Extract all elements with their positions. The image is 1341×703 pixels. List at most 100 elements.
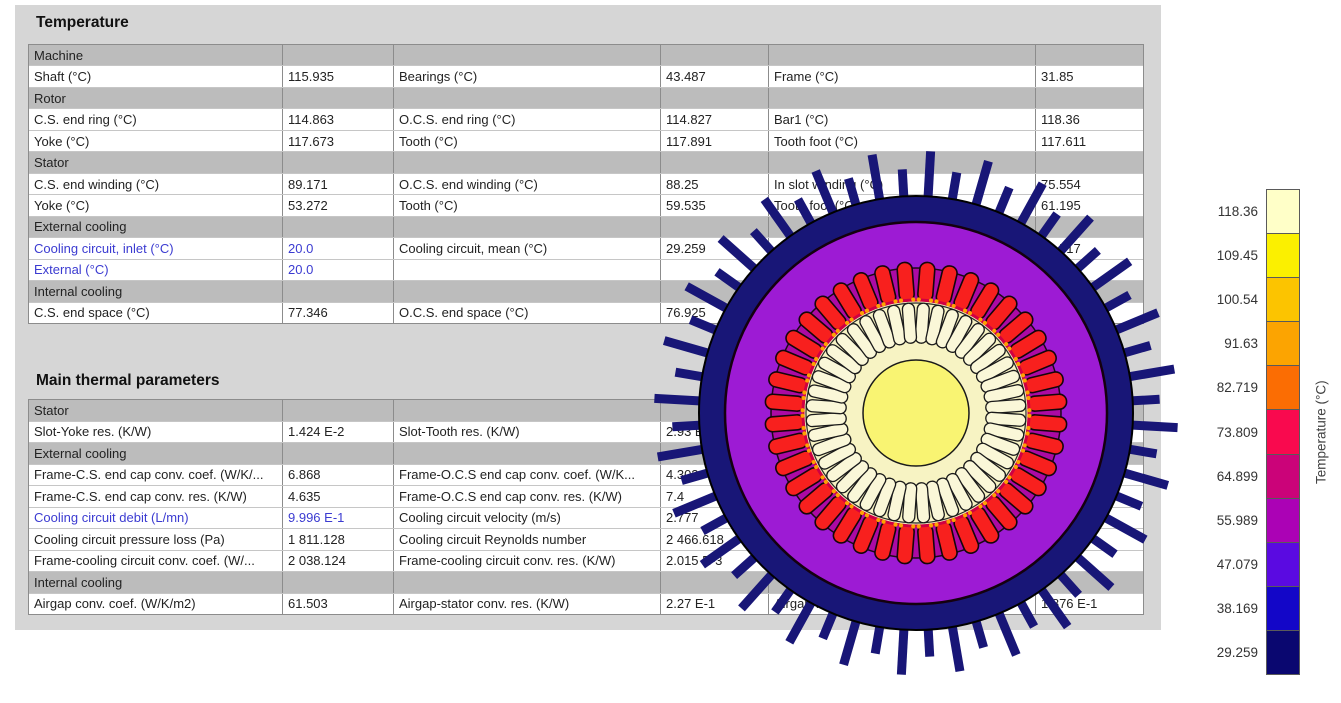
param-label-cell: Cooling circuit pressure loss (Pa) [29,529,283,550]
section-label-cell [394,281,661,301]
param-label-cell[interactable]: External (°C) [29,260,283,280]
param-label-cell[interactable]: Cooling circuit, inlet (°C) [29,238,283,258]
param-value-cell[interactable]: 20.0 [283,260,394,280]
legend-color-band [1266,189,1300,233]
param-label-cell: Frame (°C) [769,66,1036,86]
section-label-cell [394,217,661,237]
legend-color-band [1266,365,1300,409]
param-label-cell: Slot-Tooth res. (K/W) [394,422,661,443]
param-value-cell[interactable]: 20.0 [283,238,394,258]
param-value-cell: 77.346 [283,303,394,323]
legend-tick-label: 109.45 [1175,233,1260,277]
param-value-cell: 43.487 [661,66,769,86]
section-label-cell [1036,88,1143,108]
param-value-cell: 117.673 [283,131,394,151]
param-label-cell: Frame-cooling circuit conv. coef. (W/... [29,551,283,572]
param-value-cell: 2 038.124 [283,551,394,572]
legend-color-band [1266,454,1300,498]
param-label-cell: Tooth (°C) [394,195,661,215]
param-label-cell: Shaft (°C) [29,66,283,86]
section-label-cell [394,400,661,421]
param-label-cell: Yoke (°C) [29,131,283,151]
section-label-cell [661,88,769,108]
section-label-cell [661,45,769,65]
temperature-section-title: Temperature [36,14,129,32]
param-label-cell: Cooling circuit, mean (°C) [394,238,661,258]
legend-color-band [1266,498,1300,542]
section-label-cell [283,217,394,237]
section-label-cell: Machine [29,45,283,65]
param-label-cell: Frame-cooling circuit conv. res. (K/W) [394,551,661,572]
section-label-cell [283,45,394,65]
motor-cross-section-diagram [626,123,1206,703]
param-label-cell: Frame-O.C.S end cap conv. coef. (W/K... [394,465,661,486]
param-label-cell: O.C.S. end winding (°C) [394,174,661,194]
param-label-cell[interactable]: Cooling circuit debit (L/mn) [29,508,283,529]
section-label-cell [394,152,661,172]
legend-tick-label: 100.54 [1175,277,1260,321]
param-value-cell: 53.272 [283,195,394,215]
param-label-cell: C.S. end space (°C) [29,303,283,323]
section-label-cell: External cooling [29,217,283,237]
legend-tick-label: 38.169 [1175,587,1260,631]
legend-color-band [1266,233,1300,277]
legend-tick-label: 118.36 [1175,189,1260,233]
param-label-cell [394,260,661,280]
section-label-cell [1036,45,1143,65]
legend-color-band [1266,277,1300,321]
section-label-cell: External cooling [29,443,283,464]
section-label-cell [394,45,661,65]
param-label-cell: Frame-C.S. end cap conv. coef. (W/K/... [29,465,283,486]
legend-axis-title: Temperature (°C) [1308,189,1334,675]
param-label-cell: O.C.S. end ring (°C) [394,109,661,129]
section-label-cell [769,45,1036,65]
param-label-cell: Airgap conv. coef. (W/K/m2) [29,594,283,615]
section-label-cell [394,88,661,108]
legend-color-band [1266,321,1300,365]
section-label-cell [283,281,394,301]
section-label-cell [283,152,394,172]
app: { "titles": { "table1": "Temperature", "… [0,0,1341,698]
section-label-cell: Stator [29,152,283,172]
section-label-cell [394,572,661,593]
param-label-cell: C.S. end ring (°C) [29,109,283,129]
param-label-cell: Tooth (°C) [394,131,661,151]
param-value-cell[interactable]: 9.996 E-1 [283,508,394,529]
section-label-cell [769,88,1036,108]
param-label-cell: Bearings (°C) [394,66,661,86]
legend-tick-labels: 118.36109.45100.5491.6382.71973.80964.89… [1175,189,1260,675]
legend-color-bar [1266,189,1300,675]
section-label-cell: Internal cooling [29,281,283,301]
legend-color-band [1266,630,1300,675]
legend-tick-label: 73.809 [1175,410,1260,454]
section-label-cell: Rotor [29,88,283,108]
main-thermal-parameters-title: Main thermal parameters [36,372,220,390]
legend-tick-label: 47.079 [1175,543,1260,587]
param-label-cell: C.S. end winding (°C) [29,174,283,194]
param-value-cell: 89.171 [283,174,394,194]
section-label-cell: Stator [29,400,283,421]
param-label-cell: Cooling circuit Reynolds number [394,529,661,550]
shaft [863,360,969,466]
section-label-cell [283,572,394,593]
section-label-cell [283,400,394,421]
legend-tick-label: 82.719 [1175,366,1260,410]
section-label-cell [283,443,394,464]
section-label-cell: Internal cooling [29,572,283,593]
section-header-row: Machine [29,45,1143,66]
param-value-cell: 115.935 [283,66,394,86]
param-value-cell: 31.85 [1036,66,1143,86]
param-label-cell: Slot-Yoke res. (K/W) [29,422,283,443]
legend-tick-label: 55.989 [1175,498,1260,542]
param-value-cell: 4.635 [283,486,394,507]
param-value-cell: 1.424 E-2 [283,422,394,443]
param-value-cell: 114.863 [283,109,394,129]
param-label-cell: Frame-C.S. end cap conv. res. (K/W) [29,486,283,507]
param-value-cell: 61.503 [283,594,394,615]
legend-color-band [1266,542,1300,586]
legend-tick-label: 29.259 [1175,631,1260,675]
section-label-cell [283,88,394,108]
section-header-row: Rotor [29,88,1143,109]
legend-tick-label: 64.899 [1175,454,1260,498]
param-value-cell: 1 811.128 [283,529,394,550]
